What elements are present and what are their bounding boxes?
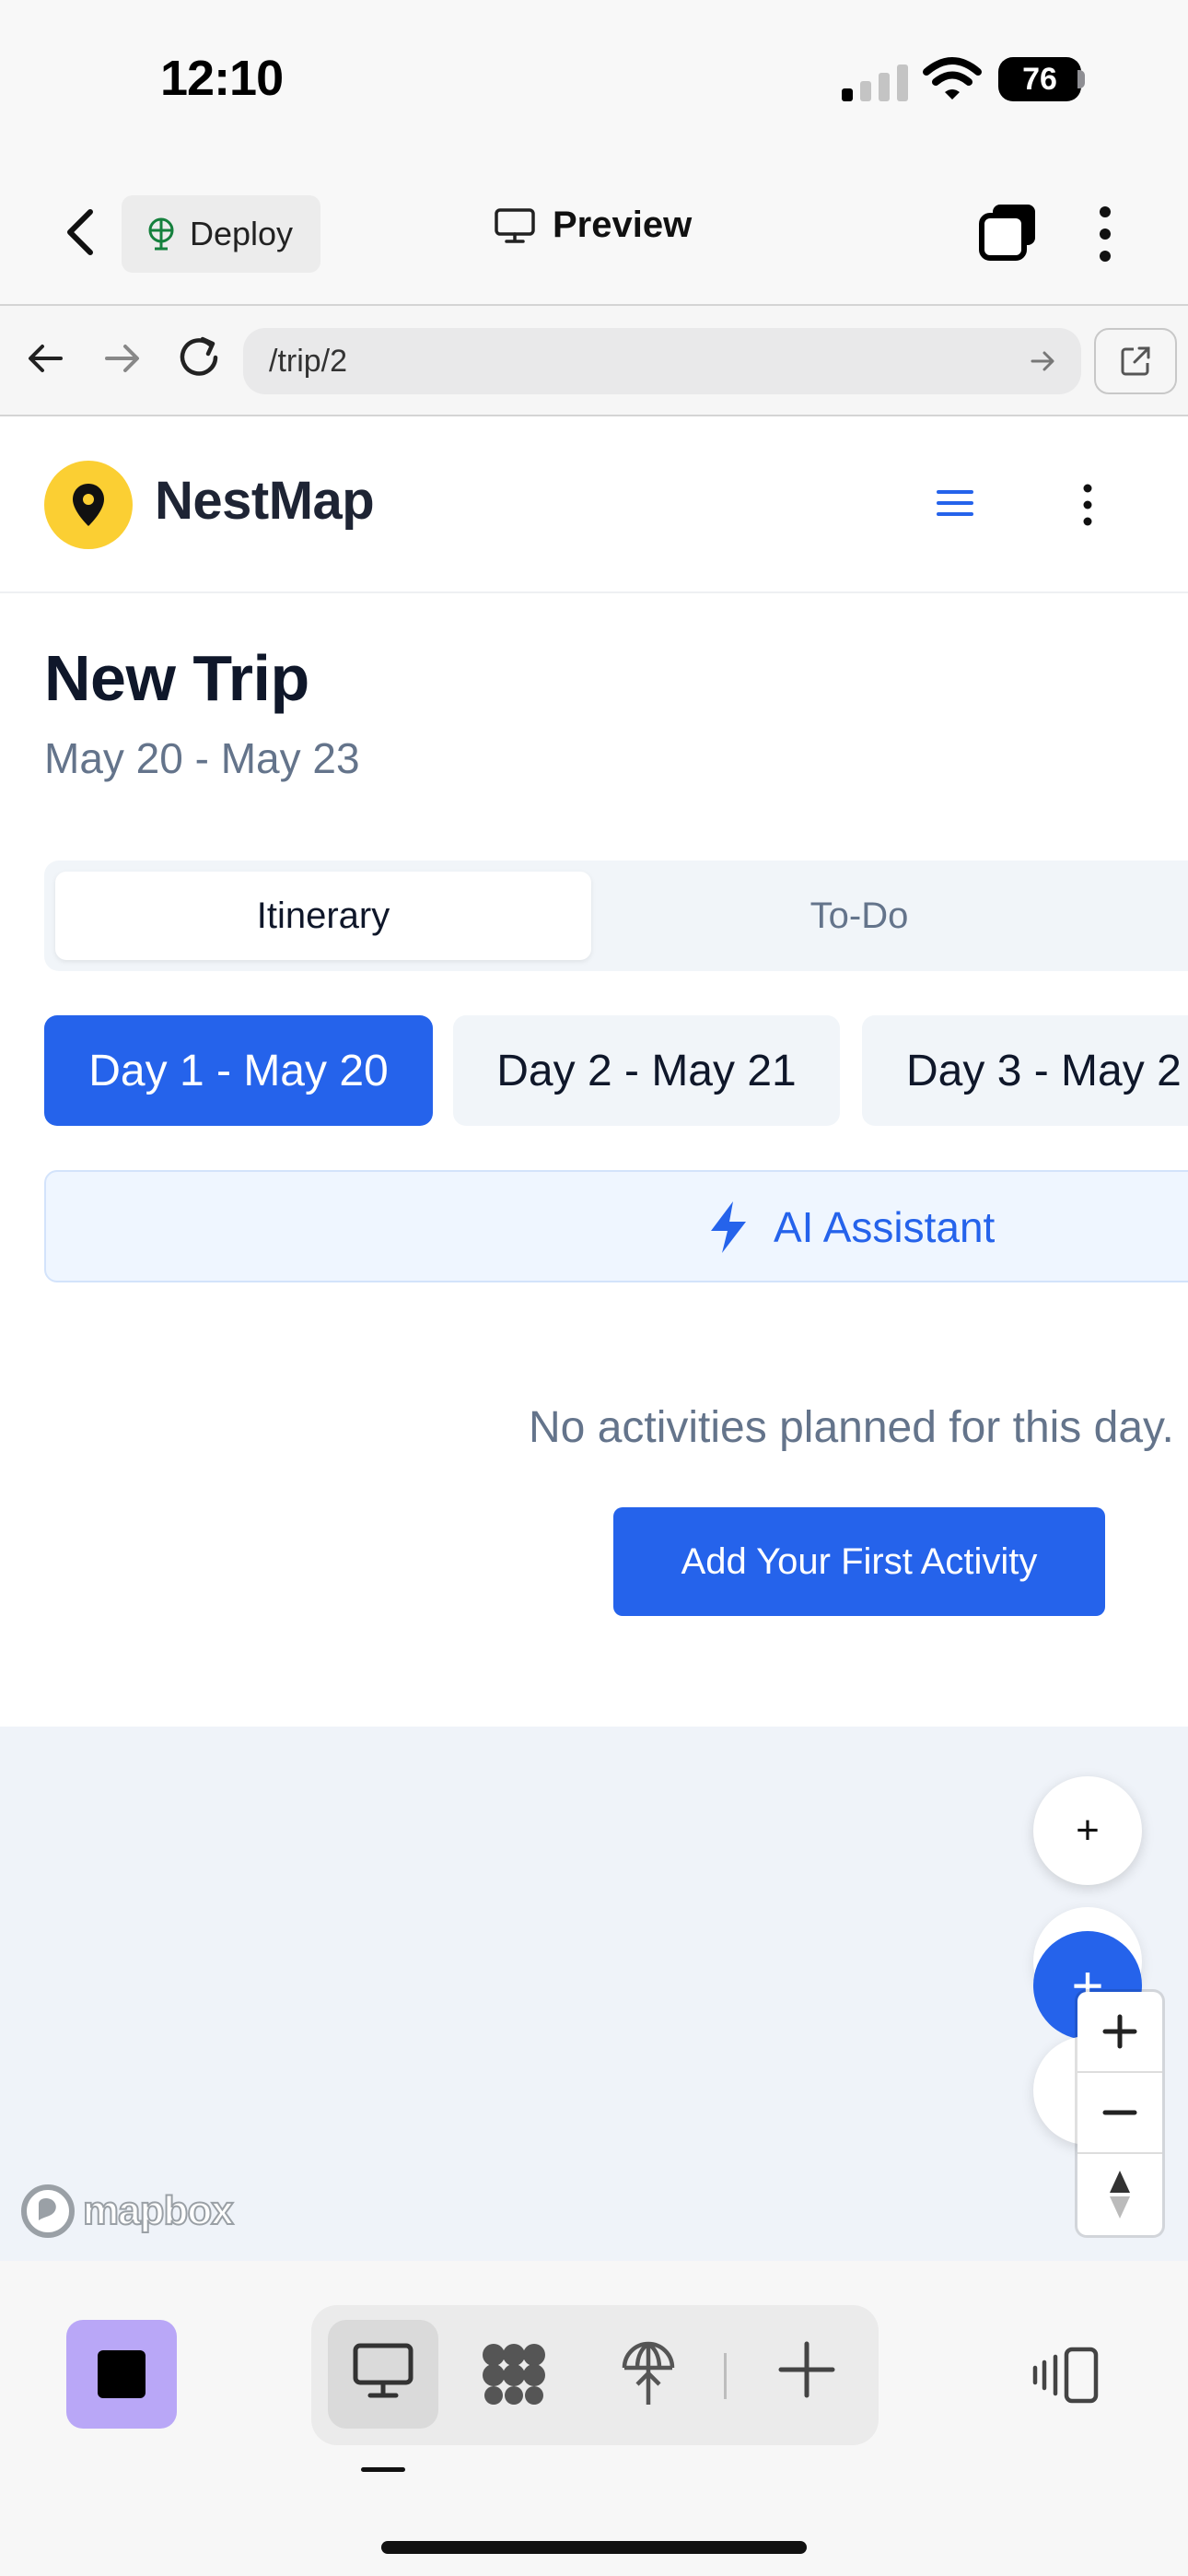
zoom-out-button[interactable] bbox=[1077, 2073, 1162, 2154]
shell-tool-icon[interactable] bbox=[479, 2340, 549, 2406]
map-zoom-control bbox=[1077, 1992, 1162, 2235]
deploy-button[interactable]: Deploy bbox=[122, 195, 320, 273]
day-button-1[interactable]: Day 1 - May 20 bbox=[44, 1015, 433, 1126]
go-arrow-icon[interactable] bbox=[1030, 347, 1057, 375]
empty-state-message: No activities planned for this day. bbox=[529, 1403, 1174, 1452]
tab-todo[interactable]: To-Do bbox=[591, 872, 1127, 960]
minus-icon bbox=[1102, 2110, 1137, 2115]
brand-name: NestMap bbox=[155, 471, 375, 531]
nestmap-logo bbox=[44, 461, 133, 549]
selected-indicator bbox=[361, 2467, 405, 2472]
day-button-3[interactable]: Day 3 - May 2 bbox=[862, 1015, 1188, 1126]
trip-title: New Trip bbox=[44, 642, 309, 714]
lightning-icon bbox=[711, 1201, 746, 1253]
deploy-globe-icon bbox=[148, 217, 174, 251]
battery-indicator: 76 bbox=[998, 57, 1081, 101]
url-text: /trip/2 bbox=[269, 343, 348, 379]
stop-button[interactable] bbox=[66, 2320, 177, 2429]
layout-toggle-icon[interactable] bbox=[1031, 2346, 1101, 2405]
cellular-signal-icon bbox=[842, 64, 912, 101]
map-canvas[interactable] bbox=[0, 1727, 1188, 2261]
hamburger-menu-icon[interactable] bbox=[936, 486, 974, 520]
mapbox-logo: mapbox bbox=[18, 2182, 235, 2241]
back-button[interactable] bbox=[55, 203, 107, 262]
open-external-button[interactable] bbox=[1094, 328, 1177, 394]
mapbox-wordmark: mapbox bbox=[82, 2187, 235, 2234]
tab-itinerary[interactable]: Itinerary bbox=[55, 872, 591, 960]
compass-button[interactable] bbox=[1077, 2154, 1162, 2235]
tabs-switcher-icon[interactable] bbox=[978, 203, 1039, 262]
map-add-fab[interactable]: + bbox=[1033, 1776, 1142, 1885]
preview-label: Preview bbox=[553, 205, 693, 245]
reload-icon[interactable] bbox=[177, 334, 223, 381]
monitor-icon bbox=[495, 207, 535, 243]
web-content: NestMap New Trip May 20 - May 23 Itinera… bbox=[0, 416, 1188, 1727]
monitor-tool-icon[interactable] bbox=[352, 2340, 414, 2405]
ai-assistant-button[interactable] bbox=[44, 1170, 1188, 1282]
compass-icon bbox=[1110, 2171, 1130, 2219]
external-link-icon bbox=[1121, 346, 1150, 376]
browser-forward-icon[interactable] bbox=[101, 337, 144, 380]
toolbar-divider bbox=[724, 2353, 727, 2399]
home-indicator bbox=[381, 2541, 807, 2554]
stop-icon bbox=[98, 2350, 146, 2398]
deploy-tool-icon[interactable] bbox=[621, 2340, 676, 2406]
plus-icon bbox=[1102, 2014, 1137, 2049]
browser-back-icon[interactable] bbox=[24, 337, 66, 380]
wifi-icon bbox=[923, 57, 982, 101]
add-tool-icon[interactable] bbox=[777, 2340, 836, 2399]
map-pin-icon bbox=[73, 484, 104, 526]
day-button-2[interactable]: Day 2 - May 21 bbox=[453, 1015, 840, 1126]
ai-assistant-label: AI Assistant bbox=[774, 1203, 996, 1251]
add-first-activity-button[interactable]: Add Your First Activity bbox=[613, 1507, 1105, 1616]
deploy-label: Deploy bbox=[190, 215, 294, 252]
url-field[interactable]: /trip/2 bbox=[243, 328, 1081, 394]
ai-assistant-content: AI Assistant bbox=[707, 1200, 995, 1255]
trip-dates: May 20 - May 23 bbox=[44, 734, 360, 782]
preview-title: Preview bbox=[494, 205, 692, 246]
battery-cap bbox=[1077, 70, 1085, 88]
mapbox-mark-icon bbox=[21, 2184, 75, 2238]
site-more-icon[interactable] bbox=[1077, 483, 1098, 527]
zoom-in-button[interactable] bbox=[1077, 1992, 1162, 2073]
more-options-icon[interactable] bbox=[1090, 205, 1120, 263]
status-time: 12:10 bbox=[160, 51, 284, 106]
